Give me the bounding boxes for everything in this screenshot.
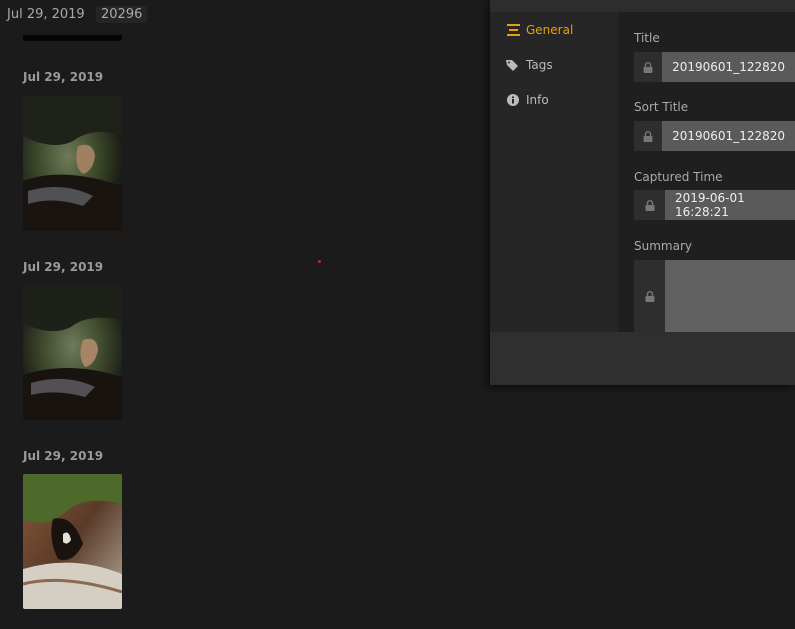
title-label: Title	[634, 31, 660, 45]
title-input[interactable]: 20190601_122820	[662, 52, 795, 82]
captured-time-input[interactable]: 2019-06-01 16:28:21	[665, 190, 795, 220]
sort-title-field-row: 20190601_122820	[634, 121, 795, 151]
summary-label: Summary	[634, 239, 692, 253]
sidebar-item-tags[interactable]: Tags	[506, 55, 553, 75]
sidebar-item-label: Tags	[526, 58, 553, 72]
sort-title-label: Sort Title	[634, 100, 689, 114]
modal-footer	[490, 332, 795, 385]
item-count-badge: 20296	[96, 6, 148, 23]
captured-time-field-row: 2019-06-01 16:28:21	[634, 190, 795, 220]
title-field-row: 20190601_122820	[634, 52, 795, 82]
edit-metadata-modal: General Tags Info Title 20190601_122820 …	[490, 0, 795, 385]
captured-time-label: Captured Time	[634, 170, 723, 184]
sidebar-item-label: Info	[526, 93, 549, 107]
photo-thumbnail[interactable]	[23, 474, 122, 609]
general-icon	[506, 23, 520, 37]
tag-icon	[506, 58, 520, 72]
summary-textarea[interactable]	[665, 260, 795, 332]
partial-thumbnail[interactable]	[23, 35, 122, 41]
group-date: Jul 29, 2019	[23, 260, 104, 274]
modal-header	[490, 0, 795, 12]
sidebar-item-info[interactable]: Info	[506, 90, 549, 110]
photo-thumbnail[interactable]	[23, 285, 122, 420]
sort-title-input[interactable]: 20190601_122820	[662, 121, 795, 151]
group-date: Jul 29, 2019	[23, 449, 104, 463]
group-date: Jul 29, 2019	[23, 70, 104, 84]
sidebar-item-general[interactable]: General	[506, 20, 573, 40]
header-date: Jul 29, 2019	[7, 7, 85, 22]
summary-field-row	[634, 260, 795, 332]
sidebar-item-label: General	[526, 23, 574, 37]
lock-icon[interactable]	[634, 190, 665, 220]
modal-sidebar: General Tags Info	[490, 12, 618, 332]
lock-icon[interactable]	[634, 121, 663, 151]
photo-thumbnail[interactable]	[23, 96, 122, 231]
red-indicator-dot	[318, 260, 321, 263]
info-icon	[506, 93, 520, 107]
timeline-header: Jul 29, 2019 20296	[0, 0, 490, 32]
lock-icon[interactable]	[634, 52, 663, 82]
modal-content: Title 20190601_122820 Sort Title 2019060…	[618, 12, 795, 332]
lock-icon[interactable]	[634, 260, 665, 332]
